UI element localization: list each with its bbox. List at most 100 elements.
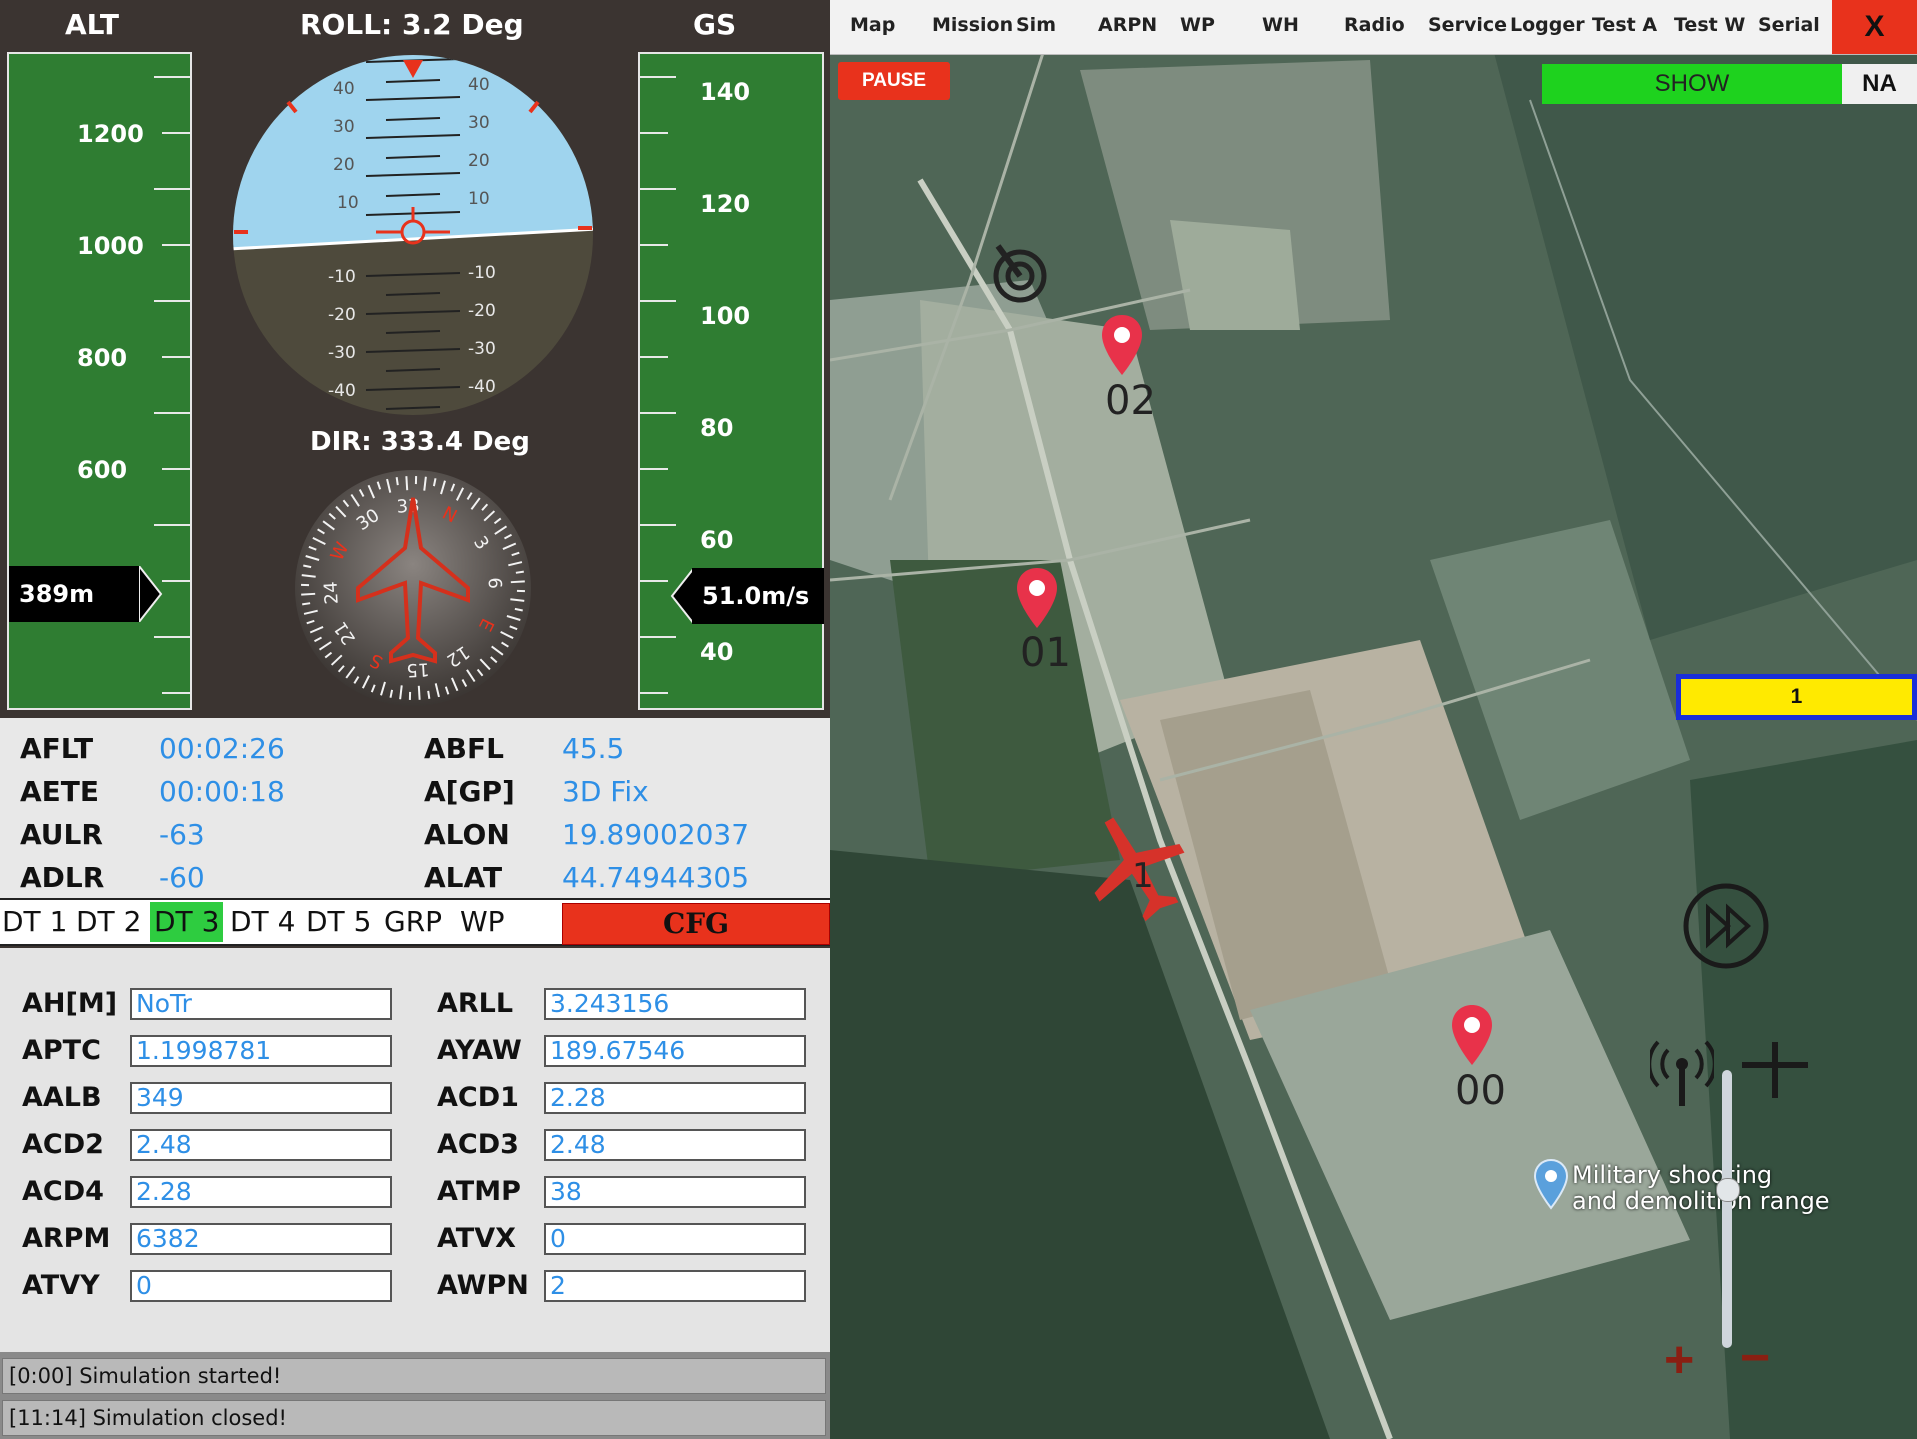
- gs-tick-label: 80: [700, 414, 734, 442]
- param-label: ACD1: [437, 1082, 519, 1113]
- aircraft-icon[interactable]: 1: [1080, 805, 1190, 925]
- pitch-label: -40: [468, 377, 496, 397]
- cfg-button[interactable]: CFG: [562, 903, 830, 945]
- menu-logger[interactable]: Logger: [1510, 14, 1585, 36]
- param-label: AYAW: [437, 1035, 522, 1066]
- menu-sim[interactable]: Sim: [1016, 14, 1056, 36]
- event-log[interactable]: [0:00] Simulation started! [11:14] Simul…: [0, 1352, 830, 1439]
- pause-button[interactable]: PAUSE: [838, 62, 950, 100]
- param-label: ACD3: [437, 1129, 519, 1160]
- tape-tick-mark: [640, 412, 676, 414]
- menu-test-a[interactable]: Test A: [1592, 14, 1657, 36]
- alt-tick-label: 1200: [77, 120, 144, 148]
- param-label: APTC: [22, 1035, 101, 1066]
- param-field[interactable]: 0: [130, 1270, 392, 1302]
- aircraft-label: 1: [1132, 856, 1154, 896]
- param-field[interactable]: 2: [544, 1270, 806, 1302]
- param-field[interactable]: 3.243156: [544, 988, 806, 1020]
- param-field[interactable]: 38: [544, 1176, 806, 1208]
- status-value: 3D Fix: [562, 775, 649, 808]
- param-field[interactable]: 349: [130, 1082, 392, 1114]
- compass-tick: [510, 580, 525, 584]
- tab-dt1[interactable]: DT 1: [2, 902, 67, 942]
- tab-dt2[interactable]: DT 2: [76, 902, 141, 942]
- menu-arpn[interactable]: ARPN: [1098, 14, 1157, 36]
- menu-wp[interactable]: WP: [1180, 14, 1215, 36]
- pitch-label: 30: [333, 117, 355, 137]
- status-label: ABFL: [424, 732, 504, 765]
- pitch-label: 10: [468, 189, 490, 209]
- na-status: NA: [1842, 64, 1917, 104]
- close-button[interactable]: X: [1832, 0, 1917, 54]
- map-place-pin-icon[interactable]: [1533, 1158, 1569, 1210]
- zoom-out-button[interactable]: −: [1740, 1328, 1770, 1388]
- status-value: 00:02:26: [159, 732, 285, 765]
- alt-header: ALT: [65, 8, 119, 41]
- zoom-slider-handle[interactable]: [1716, 1178, 1740, 1202]
- compass-tick: [417, 685, 421, 700]
- map-place-label-line: Military shooting: [1572, 1161, 1773, 1189]
- alt-tick-label: 1000: [77, 232, 144, 260]
- menu-radio[interactable]: Radio: [1344, 14, 1405, 36]
- waypoint-marker-icon[interactable]: [1015, 566, 1059, 630]
- map-place-label-line: and demolition range: [1572, 1187, 1830, 1215]
- zoom-in-button[interactable]: +: [1664, 1330, 1694, 1390]
- tape-tick-mark: [162, 244, 190, 246]
- status-value: 45.5: [562, 732, 625, 765]
- menu-serial[interactable]: Serial: [1758, 14, 1820, 36]
- pitch-label: -40: [328, 381, 356, 401]
- status-value: 44.74944305: [562, 861, 750, 894]
- param-label: ATVY: [22, 1270, 100, 1301]
- home-target-icon[interactable]: [988, 240, 1048, 304]
- tab-grp[interactable]: GRP: [384, 902, 442, 942]
- zoom-slider-track[interactable]: [1722, 1070, 1732, 1348]
- param-field[interactable]: 1.1998781: [130, 1035, 392, 1067]
- pitch-label: -10: [468, 263, 496, 283]
- center-crosshair-icon[interactable]: [1740, 1040, 1810, 1100]
- menu-mission[interactable]: Mission: [932, 14, 1013, 36]
- altitude-pointer: [139, 566, 163, 622]
- tab-dt4[interactable]: DT 4: [230, 902, 295, 942]
- tape-tick-mark: [640, 132, 668, 134]
- fast-forward-icon[interactable]: [1682, 882, 1770, 970]
- waypoint-label: 00: [1455, 1068, 1506, 1114]
- aircraft-id-box[interactable]: 1: [1676, 674, 1917, 720]
- map-place-label: Military shooting and demolition range: [1572, 1162, 1830, 1214]
- menu-service[interactable]: Service: [1428, 14, 1507, 36]
- menu-test-w[interactable]: Test W: [1674, 14, 1745, 36]
- tab-wp[interactable]: WP: [460, 902, 505, 942]
- pitch-label: -30: [468, 339, 496, 359]
- gs-tick-label: 100: [700, 302, 751, 330]
- param-field[interactable]: 2.48: [544, 1129, 806, 1161]
- heading-readout: DIR: 333.4 Deg: [310, 427, 530, 457]
- show-button[interactable]: SHOW: [1542, 64, 1842, 104]
- waypoint-marker-icon[interactable]: [1100, 313, 1144, 377]
- param-field[interactable]: 0: [544, 1223, 806, 1255]
- antenna-icon[interactable]: [1650, 1038, 1714, 1108]
- pitch-label: -20: [468, 301, 496, 321]
- tape-tick-mark: [154, 636, 190, 638]
- param-field[interactable]: 189.67546: [544, 1035, 806, 1067]
- param-label: ACD4: [22, 1176, 104, 1207]
- menu-wh[interactable]: WH: [1262, 14, 1299, 36]
- tab-dt5[interactable]: DT 5: [306, 902, 371, 942]
- param-field[interactable]: 2.28: [544, 1082, 806, 1114]
- waypoint-marker-icon[interactable]: [1450, 1003, 1494, 1067]
- status-label: A[GP]: [424, 775, 515, 808]
- tab-dt3[interactable]: DT 3: [150, 902, 224, 942]
- tape-tick-mark: [640, 356, 668, 358]
- gs-tick-label: 140: [700, 78, 751, 106]
- tape-tick-mark: [640, 524, 676, 526]
- param-field[interactable]: NoTr: [130, 988, 392, 1020]
- param-field[interactable]: 6382: [130, 1223, 392, 1255]
- compass-mark: 6: [484, 577, 506, 590]
- groundspeed-tape: 140 120 100 80 60 40 51.0m/s: [638, 52, 824, 710]
- pitch-label: 10: [337, 193, 359, 213]
- tape-tick-mark: [640, 244, 668, 246]
- pitch-label: -30: [328, 343, 356, 363]
- tape-tick-mark: [154, 412, 190, 414]
- param-field[interactable]: 2.28: [130, 1176, 392, 1208]
- param-field[interactable]: 2.48: [130, 1129, 392, 1161]
- status-label: ALON: [424, 818, 510, 851]
- menu-map[interactable]: Map: [850, 14, 895, 36]
